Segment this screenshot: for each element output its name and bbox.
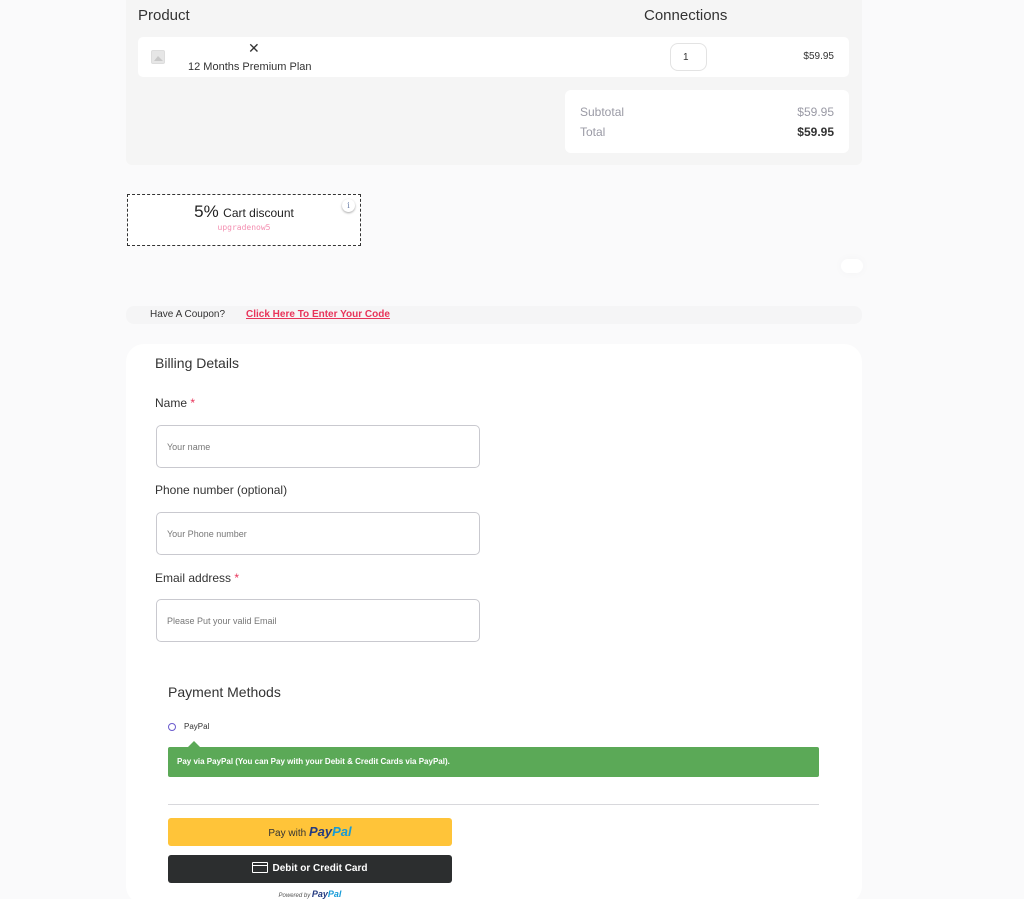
info-icon[interactable]: i (342, 199, 355, 212)
quantity-input[interactable] (670, 43, 707, 71)
coupon-question: Have A Coupon? (150, 309, 226, 320)
required-marker: * (190, 396, 196, 410)
paypal-radio[interactable] (168, 723, 176, 731)
paypal-radio-label[interactable]: PayPal (184, 722, 209, 731)
subtotal-label: Subtotal (580, 105, 625, 119)
discount-percent: 5% (194, 202, 219, 221)
required-marker: * (234, 571, 240, 585)
total-value: $59.95 (797, 125, 834, 139)
phone-label-text: Phone number (optional) (155, 483, 288, 497)
paypal-logo: PayPal (311, 889, 342, 899)
pay-with-paypal-button[interactable]: Pay with PayPal (168, 818, 452, 846)
name-label-text: Name (155, 396, 188, 410)
card-button-label: Debit or Credit Card (272, 863, 368, 874)
name-label: Name * (155, 396, 195, 410)
email-label-text: Email address (155, 571, 232, 585)
cart-discount-coupon[interactable]: 5% Cart discount upgradenow5 i (127, 194, 361, 246)
email-field[interactable] (156, 599, 480, 642)
name-field[interactable] (156, 425, 480, 468)
billing-details-card: Billing Details Name * Phone number (opt… (126, 344, 862, 899)
cart-summary: Product Connections ✕ 12 Months Premium … (126, 0, 862, 165)
item-price: $59.95 (803, 51, 834, 62)
discount-code: upgradenow5 (217, 223, 271, 232)
total-label: Total (580, 125, 606, 139)
paypal-info-box: Pay via PayPal (You can Pay with your De… (168, 741, 819, 777)
phone-field[interactable] (156, 512, 480, 555)
billing-title: Billing Details (155, 355, 240, 371)
debit-credit-card-button[interactable]: Debit or Credit Card (168, 855, 452, 883)
subtotal-value: $59.95 (797, 105, 834, 119)
enter-coupon-link[interactable]: Click Here To Enter Your Code (246, 309, 390, 320)
remove-item-button[interactable]: ✕ (248, 40, 260, 57)
product-name: 12 Months Premium Plan (188, 61, 312, 73)
powered-by-text: Powered by (278, 893, 311, 899)
discount-label: Cart discount (223, 206, 294, 220)
credit-card-icon (252, 862, 269, 873)
divider (168, 804, 819, 805)
payment-methods-title: Payment Methods (168, 684, 281, 700)
email-label: Email address * (155, 571, 239, 585)
image-placeholder-icon (151, 50, 165, 64)
paypal-logo: PayPal (308, 824, 352, 839)
cart-item-row: ✕ 12 Months Premium Plan $59.95 (138, 37, 849, 77)
powered-by-paypal: Powered by PayPal (168, 889, 452, 899)
product-column-header: Product (138, 7, 190, 24)
paypal-button-prefix: Pay with (268, 828, 307, 839)
coupon-bar: Have A Coupon? Click Here To Enter Your … (126, 306, 862, 324)
connections-column-header: Connections (644, 7, 728, 24)
toggle-pill (841, 259, 863, 273)
phone-label: Phone number (optional) (155, 483, 287, 497)
totals-box: Subtotal $59.95 Total $59.95 (565, 90, 849, 153)
